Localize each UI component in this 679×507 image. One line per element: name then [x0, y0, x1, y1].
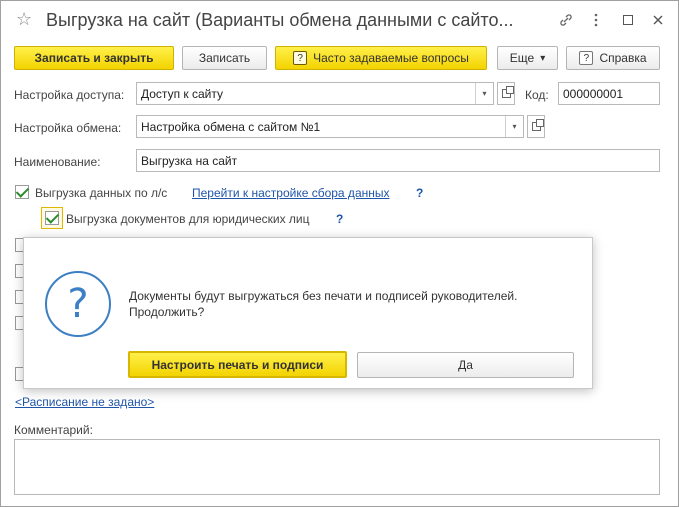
export-docs-help-icon[interactable]: ? [336, 212, 343, 226]
comment-label: Комментарий: [14, 423, 93, 437]
more-button[interactable]: Еще ▾ [497, 46, 558, 70]
help-button[interactable]: ? Справка [566, 46, 660, 70]
name-value: Выгрузка на сайт [141, 154, 238, 168]
save-button[interactable]: Записать [182, 46, 267, 70]
configure-print-signatures-button[interactable]: Настроить печать и подписи [128, 351, 347, 378]
form-window: ☆ Выгрузка на сайт (Варианты обмена данн… [0, 0, 679, 507]
export-docs-label: Выгрузка документов для юридических лиц [66, 212, 310, 226]
more-label: Еще [509, 51, 535, 65]
faq-question-icon: ? [293, 51, 308, 65]
access-value: Доступ к сайту [141, 87, 223, 101]
faq-label: Часто задаваемые вопросы [313, 51, 469, 65]
access-field[interactable]: Доступ к сайту ▾ [136, 82, 494, 105]
title-bar: ☆ Выгрузка на сайт (Варианты обмена данн… [1, 1, 678, 39]
chevron-down-icon: ▾ [540, 52, 546, 64]
export-ls-help-icon[interactable]: ? [416, 186, 423, 200]
access-open-icon[interactable] [497, 82, 515, 105]
export-docs-checkbox[interactable] [45, 211, 59, 225]
access-label: Настройка доступа: [14, 88, 125, 102]
faq-button[interactable]: ? Часто задаваемые вопросы [275, 46, 487, 70]
help-label: Справка [599, 51, 647, 65]
maximize-icon[interactable] [618, 10, 638, 30]
exchange-field[interactable]: Настройка обмена с сайтом №1 ▾ [136, 115, 524, 138]
question-icon: ? [45, 271, 111, 337]
export-ls-checkbox[interactable] [15, 185, 29, 199]
exchange-label: Настройка обмена: [14, 121, 122, 135]
export-ls-label: Выгрузка данных по л/с [35, 186, 168, 200]
help-question-icon: ? [579, 51, 594, 65]
dialog-message: Документы будут выгружаться без печати и… [129, 289, 518, 319]
window-title: Выгрузка на сайт (Варианты обмена данным… [46, 10, 514, 30]
link-icon[interactable] [556, 10, 576, 30]
access-dropdown-icon[interactable]: ▾ [475, 83, 493, 104]
save-and-close-button[interactable]: Записать и закрыть [14, 46, 174, 70]
code-field[interactable]: 000000001 [558, 82, 660, 105]
exchange-dropdown-icon[interactable]: ▾ [505, 116, 523, 137]
schedule-link[interactable]: <Расписание не задано> [15, 395, 154, 409]
code-value: 000000001 [563, 87, 624, 101]
favorite-star-icon[interactable]: ☆ [16, 9, 32, 30]
name-field[interactable]: Выгрузка на сайт [136, 149, 660, 172]
confirm-dialog: ? Документы будут выгружаться без печати… [23, 237, 593, 389]
exchange-value: Настройка обмена с сайтом №1 [141, 120, 321, 134]
goto-data-collection-link[interactable]: Перейти к настройке сбора данных [192, 186, 390, 200]
comment-textarea[interactable] [14, 439, 660, 495]
code-label: Код: [525, 88, 549, 102]
close-icon[interactable] [648, 10, 668, 30]
yes-button[interactable]: Да [357, 352, 574, 378]
name-label: Наименование: [14, 155, 101, 169]
more-icon[interactable] [586, 10, 606, 30]
exchange-open-icon[interactable] [527, 115, 545, 138]
